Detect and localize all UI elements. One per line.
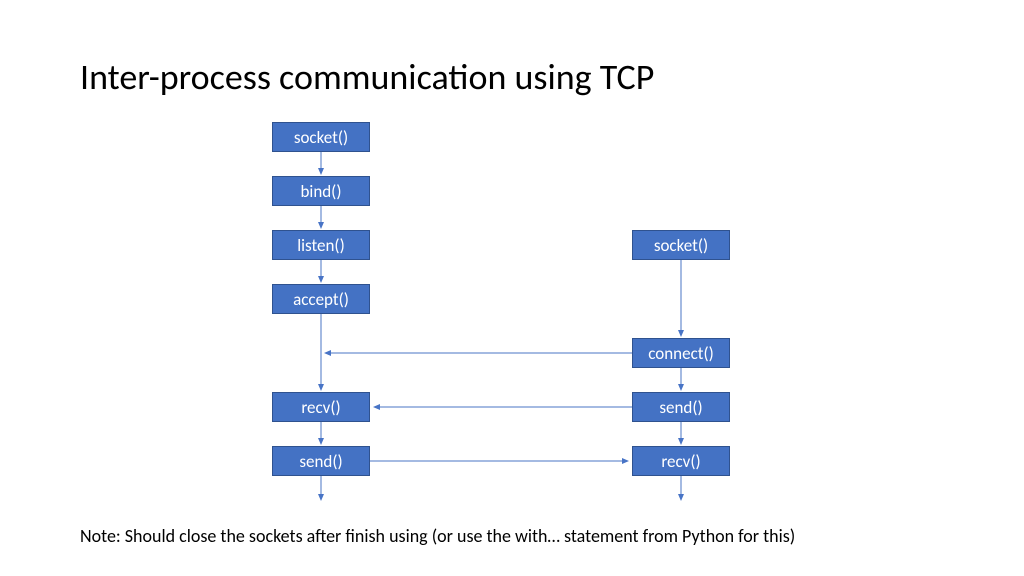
server-box-recv: recv(): [272, 392, 370, 422]
client-box-send: send(): [632, 392, 730, 422]
footer-note: Note: Should close the sockets after fin…: [80, 525, 795, 547]
client-box-socket: socket(): [632, 230, 730, 260]
slide-title: Inter-process communication using TCP: [80, 55, 654, 99]
server-box-listen: listen(): [272, 230, 370, 260]
server-box-send: send(): [272, 446, 370, 476]
server-box-socket: socket(): [272, 122, 370, 152]
server-box-bind: bind(): [272, 176, 370, 206]
server-box-accept: accept(): [272, 284, 370, 314]
client-box-connect: connect(): [632, 338, 730, 368]
client-box-recv: recv(): [632, 446, 730, 476]
